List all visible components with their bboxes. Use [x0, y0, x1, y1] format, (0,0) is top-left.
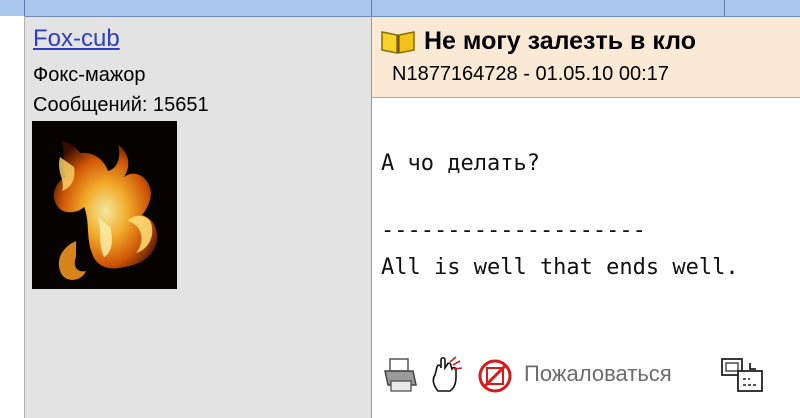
report-link[interactable]: Пожаловаться	[524, 361, 672, 387]
post-line: А чо делать?	[381, 151, 540, 176]
top-strip-divider	[24, 0, 25, 16]
fire-fox-avatar-icon	[32, 121, 177, 289]
author-rank: Фокс-мажор	[33, 64, 146, 86]
post-meta: N1877164728 - 01.05.10 00:17	[392, 63, 669, 85]
report-icon[interactable]	[476, 355, 514, 395]
quote-reply-icon[interactable]	[720, 355, 766, 395]
signature-text: All is well that ends well.	[381, 255, 739, 280]
author-post-count: Сообщений: 15651	[33, 94, 209, 116]
avatar	[32, 121, 177, 289]
post-title: Не могу залезть в кло	[424, 27, 696, 55]
print-icon[interactable]	[382, 355, 418, 395]
top-strip-divider	[724, 0, 725, 16]
top-strip-divider	[371, 0, 372, 16]
left-gutter	[0, 16, 25, 418]
post-body: А чо делать? -------------------- All is…	[381, 145, 739, 286]
post-header: Не могу залезть в кло N1877164728 - 01.0…	[372, 17, 800, 98]
post-line-blank	[381, 182, 739, 212]
hand-cursor-icon[interactable]	[426, 355, 466, 395]
author-panel: Fox-cub Фокс-мажор Сообщений: 15651	[25, 17, 372, 418]
open-book-icon	[381, 31, 415, 54]
signature-separator: --------------------	[381, 218, 646, 243]
author-name-link[interactable]: Fox-cub	[33, 25, 120, 53]
top-strip	[0, 0, 800, 17]
post-actions: Пожаловаться	[382, 355, 792, 399]
post-panel: Не могу залезть в кло N1877164728 - 01.0…	[372, 17, 800, 418]
